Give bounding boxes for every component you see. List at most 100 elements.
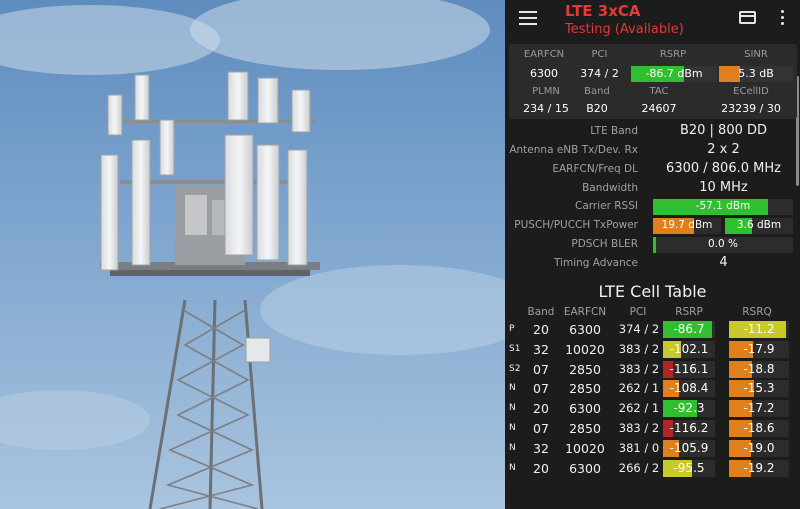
cell-type-flag: S2: [509, 363, 521, 374]
app-subtitle: Testing (Available): [565, 22, 684, 37]
cell-earfcn: 2850: [569, 361, 601, 377]
cell-rsrp-bar: -116.2: [663, 420, 715, 437]
cell-rsrq-bar: -17.9: [729, 340, 789, 358]
cell-rsrq-bar: -19.0: [729, 439, 789, 457]
carrier-rssi-row: Carrier RSSI -57.1 dBm: [505, 198, 800, 217]
carrier-rssi-bar: -57.1 dBm: [653, 199, 793, 215]
pucch-power-value: 3.6 dBm: [736, 219, 782, 231]
cell-rsrp: -108.4: [669, 381, 709, 396]
cell-band: 07: [533, 361, 549, 377]
earfcn-header: EARFCN: [523, 49, 565, 60]
cell-type-flag: N: [509, 442, 516, 453]
cell-rsrp-bar: -95.5: [663, 459, 715, 477]
pci-header: PCI: [591, 49, 608, 60]
sinr-header: SINR: [744, 49, 768, 60]
app-title: LTE 3xCA: [565, 2, 641, 20]
pdsch-bler-value: 0.0 %: [707, 238, 738, 250]
ecellid-header: ECellID: [733, 86, 769, 97]
cell-rsrp: -105.9: [669, 440, 709, 455]
cell-pci: 262 / 1: [618, 401, 660, 416]
cell-rsrp-bar: -102.1: [663, 340, 715, 358]
cell-earfcn: 2850: [569, 381, 601, 397]
earfcn-freq-label: EARFCN/Freq DL: [552, 163, 638, 175]
cell-earfcn: 6300: [569, 401, 601, 417]
txpower-label: PUSCH/PUCCH TxPower: [514, 219, 638, 231]
plmn-header: PLMN: [532, 86, 560, 97]
table-row: N 20 6300 262 / 1 -92.3 -17.2: [505, 399, 800, 418]
cell-rsrp-bar: -92.3: [663, 400, 715, 418]
cell-pci: 381 / 0: [618, 440, 660, 455]
cell-pci: 262 / 1: [618, 381, 660, 396]
pusch-power-value: 19.7 dBm: [661, 219, 713, 231]
cell-type-flag: P: [509, 324, 515, 334]
cell-rsrp: -86.7: [673, 322, 705, 336]
band-header: Band: [584, 86, 610, 97]
cell-pci: 383 / 2: [618, 341, 660, 356]
cell-rsrq: -11.2: [743, 322, 775, 336]
cell-rsrq: -19.2: [743, 460, 775, 475]
sinr-bar: 5.3 dB: [719, 66, 793, 82]
cell-rsrq-bar: -18.8: [729, 360, 789, 378]
cell-pci: 383 / 2: [618, 361, 660, 376]
sinr-value: 5.3 dB: [738, 67, 774, 80]
cell-rsrq-bar: -18.6: [729, 420, 789, 437]
pdsch-bler-label: PDSCH BLER: [571, 238, 638, 250]
cell-table-title: LTE Cell Table: [598, 282, 707, 301]
cell-rsrq-bar: -17.2: [729, 400, 789, 418]
bandwidth-label: Bandwidth: [582, 182, 638, 194]
table-row: S1 32 10020 383 / 2 -102.1 -17.9: [505, 340, 800, 359]
pdsch-bler-bar: 0.0 %: [653, 237, 793, 253]
cell-rsrq-bar: -19.2: [729, 459, 789, 477]
antenna-value: 2 x 2: [707, 142, 740, 157]
cell-earfcn: 6300: [569, 460, 601, 476]
cell-band: 20: [533, 401, 549, 417]
hamburger-menu-icon[interactable]: [519, 11, 537, 25]
table-row: N 32 10020 381 / 0 -105.9 -19.0: [505, 439, 800, 458]
cell-earfcn: 2850: [569, 421, 601, 436]
cell-rsrp-bar: -108.4: [663, 380, 715, 398]
cell-rsrq: -15.3: [743, 381, 775, 396]
cell-rsrp-bar: -86.7: [663, 321, 715, 338]
rsrp-bar: -86.7 dBm: [631, 66, 717, 82]
credit-card-icon[interactable]: [739, 11, 756, 24]
band-value: B20: [586, 102, 608, 115]
cell-rsrp: -116.1: [669, 361, 709, 376]
ecellid-value: 23239 / 30: [721, 102, 781, 115]
rsrp-header: RSRP: [659, 49, 687, 60]
antenna-label: Antenna eNB Tx/Dev. Rx: [509, 144, 638, 156]
pci-value: 374 / 2: [580, 67, 619, 80]
cell-rsrp: -92.3: [673, 401, 705, 416]
cell-rsrp: -116.2: [669, 421, 709, 435]
serving-cell-summary: EARFCN PCI RSRP SINR 6300 374 / 2 -86.7 …: [509, 44, 797, 119]
table-row: N 20 6300 266 / 2 -95.5 -19.2: [505, 459, 800, 478]
pusch-power-bar: 19.7 dBm: [653, 218, 721, 234]
cell-earfcn: 6300: [569, 322, 601, 337]
cell-rsrq-bar: -11.2: [729, 321, 789, 338]
cell-rsrq: -17.9: [743, 341, 775, 356]
more-vert-icon[interactable]: [781, 10, 785, 26]
table-row: P 20 6300 374 / 2 -86.7 -11.2: [505, 320, 800, 339]
lte-band-label: LTE Band: [590, 125, 638, 137]
table-row: N 07 2850 383 / 2 -116.2 -18.6: [505, 419, 800, 438]
cell-pci: 266 / 2: [618, 460, 660, 475]
col-band-header: Band: [527, 306, 555, 318]
network-monitor-app: LTE 3xCA Testing (Available) EARFCN PCI …: [505, 0, 800, 509]
cell-band: 07: [533, 421, 549, 436]
cell-pci: 374 / 2: [618, 322, 660, 336]
cell-band: 32: [533, 440, 549, 456]
pdsch-bler-row: PDSCH BLER 0.0 %: [505, 236, 800, 255]
tac-header: TAC: [649, 86, 669, 97]
cell-type-flag: N: [509, 403, 516, 414]
table-row: S2 07 2850 383 / 2 -116.1 -18.8: [505, 360, 800, 379]
cell-rsrp: -95.5: [673, 460, 705, 475]
timing-advance-value: 4: [719, 255, 728, 270]
earfcn-value: 6300: [530, 67, 558, 80]
app-bar: LTE 3xCA Testing (Available): [505, 0, 800, 44]
col-rsrq-header: RSRQ: [742, 306, 772, 318]
pucch-power-bar: 3.6 dBm: [725, 218, 793, 234]
cell-type-flag: N: [509, 383, 516, 394]
cell-band: 20: [533, 460, 549, 476]
cell-rsrq-bar: -15.3: [729, 380, 789, 398]
cell-rsrq: -17.2: [743, 401, 775, 416]
cell-rsrp-bar: -116.1: [663, 360, 715, 378]
